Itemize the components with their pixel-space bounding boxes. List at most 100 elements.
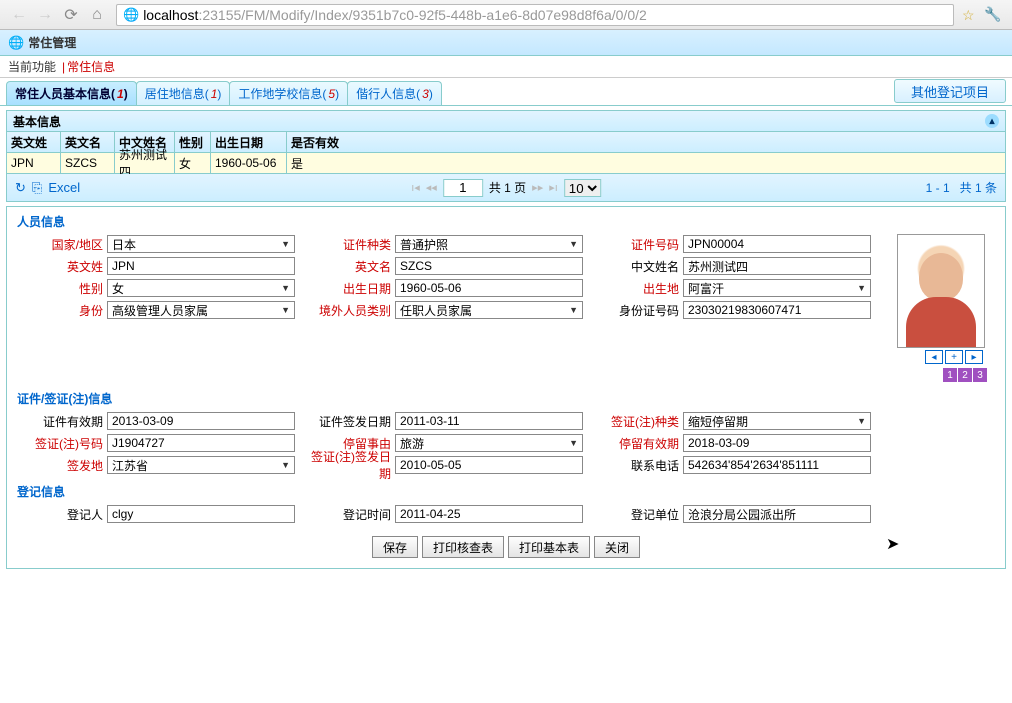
photo-page-3[interactable]: 3 (973, 368, 987, 382)
label-cn-name: 中文姓名 (591, 258, 683, 275)
print-basic-button[interactable]: 打印基本表 (508, 536, 590, 558)
id-no-input[interactable]: 23030219830607471 (683, 301, 871, 319)
bookmark-star-icon[interactable]: ☆ (962, 7, 978, 23)
prev-page-icon[interactable]: ◂◂ (426, 181, 437, 194)
print-check-button[interactable]: 打印核查表 (422, 536, 504, 558)
cert-no-input[interactable]: JPN00004 (683, 235, 871, 253)
photo-prev-icon[interactable]: ◂ (925, 350, 943, 364)
tab-basic-info[interactable]: 常住人员基本信息(1) (6, 81, 137, 105)
label-cert-valid: 证件有效期 (15, 413, 107, 430)
person-fields: 国家/地区日本 英文姓JPN 性别女 身份高级管理人员家属 证件种类普通护照 英… (11, 234, 1001, 388)
next-page-icon[interactable]: ▸▸ (532, 181, 543, 194)
save-button[interactable]: 保存 (372, 536, 418, 558)
birth-place-select[interactable]: 阿富汗 (683, 279, 871, 297)
label-id-no: 身份证号码 (591, 302, 683, 319)
page-total: 共 1 页 (489, 179, 526, 196)
export-excel-icon[interactable]: ⎘ (32, 180, 42, 196)
stay-valid-input[interactable]: 2018-03-09 (683, 434, 871, 452)
tab-work-school[interactable]: 工作地学校信息(5) (229, 81, 348, 105)
form-area: 人员信息 国家/地区日本 英文姓JPN 性别女 身份高级管理人员家属 证件种类普… (6, 206, 1006, 569)
back-button[interactable]: ← (8, 4, 30, 26)
export-excel-label[interactable]: Excel (48, 180, 80, 195)
first-page-icon[interactable]: ı◂ (411, 181, 420, 194)
page-input[interactable] (443, 179, 483, 197)
tab-count: 3 (422, 87, 429, 101)
cell: 1960-05-06 (211, 153, 287, 173)
identity-select[interactable]: 高级管理人员家属 (107, 301, 295, 319)
tab-accompany[interactable]: 偕行人信息(3) (347, 81, 442, 105)
eng-last-input[interactable]: JPN (107, 257, 295, 275)
reg-fields: 登记人clgy 登记时间2011-04-25 登记单位沧浪分局公园派出所 (11, 504, 1001, 530)
photo-page-2[interactable]: 2 (958, 368, 972, 382)
cert-type-select[interactable]: 普通护照 (395, 235, 583, 253)
col-valid: 是否有效 (287, 132, 347, 152)
reload-button[interactable]: ⟳ (60, 4, 82, 26)
photo-page-1[interactable]: 1 (943, 368, 957, 382)
breadcrumb-label: 当前功能 (8, 58, 56, 75)
cell: SZCS (61, 153, 115, 173)
pager-summary: 1 - 1 共 1 条 (926, 179, 997, 196)
gender-select[interactable]: 女 (107, 279, 295, 297)
cert-issue-input[interactable]: 2011-03-11 (395, 412, 583, 430)
reg-time-input[interactable]: 2011-04-25 (395, 505, 583, 523)
country-select[interactable]: 日本 (107, 235, 295, 253)
photo-image (897, 234, 985, 348)
home-button[interactable]: ⌂ (86, 4, 108, 26)
tab-residence[interactable]: 居住地信息(1) (136, 81, 231, 105)
phone-input[interactable]: 542634'854'2634'851111 (683, 456, 871, 474)
table-row[interactable]: JPN SZCS 苏州测试四 女 1960-05-06 是 (7, 153, 1005, 173)
collapse-icon[interactable]: ▴ (985, 114, 999, 128)
cn-name-input[interactable]: 苏州测试四 (683, 257, 871, 275)
cert-valid-input[interactable]: 2013-03-09 (107, 412, 295, 430)
wrench-icon[interactable]: 🔧 (982, 4, 1004, 26)
reg-unit-input[interactable]: 沧浪分局公园派出所 (683, 505, 871, 523)
photo-next-icon[interactable]: ▸ (965, 350, 983, 364)
label-birth: 出生日期 (303, 280, 395, 297)
app-title: 常住管理 (28, 34, 76, 51)
visa-type-select[interactable]: 缩短停留期 (683, 412, 871, 430)
visa-no-input[interactable]: J1904727 (107, 434, 295, 452)
reg-person-input[interactable]: clgy (107, 505, 295, 523)
cell: 苏州测试四 (115, 153, 175, 173)
col-eng-last: 英文姓 (7, 132, 61, 152)
other-register-button[interactable]: 其他登记项目 (894, 79, 1006, 103)
section-basic-title: 基本信息 (13, 113, 61, 130)
close-button[interactable]: 关闭 (594, 536, 640, 558)
issue-place-select[interactable]: 江苏省 (107, 456, 295, 474)
page-size-select[interactable]: 10 (564, 179, 601, 197)
label-gender: 性别 (15, 280, 107, 297)
refresh-icon[interactable]: ↻ (15, 180, 26, 196)
birth-input[interactable]: 1960-05-06 (395, 279, 583, 297)
pager-range: 1 - 1 (926, 181, 950, 195)
label-visa-no: 签证(注)号码 (15, 435, 107, 452)
last-page-icon[interactable]: ▸ı (549, 181, 558, 194)
photo-pager: 1 2 3 (897, 368, 987, 382)
tabs: 常住人员基本信息(1) 居住地信息(1) 工作地学校信息(5) 偕行人信息(3) (6, 81, 894, 105)
label-visa-type: 签证(注)种类 (591, 413, 683, 430)
pager-middle: ı◂ ◂◂ 共 1 页 ▸▸ ▸ı 10 (411, 179, 601, 197)
eng-first-input[interactable]: SZCS (395, 257, 583, 275)
url-bar[interactable]: 🌐 localhost :23155/FM/Modify/Index/9351b… (116, 4, 954, 26)
overseas-select[interactable]: 任职人员家属 (395, 301, 583, 319)
label-issue-place: 签发地 (15, 457, 107, 474)
tab-count: 1 (117, 87, 124, 101)
stay-reason-select[interactable]: 旅游 (395, 434, 583, 452)
section-basic-header: 基本信息 ▴ (6, 110, 1006, 132)
col-eng-first: 英文名 (61, 132, 115, 152)
breadcrumb: 当前功能 | 常住信息 (0, 56, 1012, 78)
tabs-row: 常住人员基本信息(1) 居住地信息(1) 工作地学校信息(5) 偕行人信息(3)… (0, 78, 1012, 106)
section-person-title: 人员信息 (11, 211, 1001, 234)
tab-label: 常住人员基本信息 (15, 85, 111, 102)
col-gender: 性别 (175, 132, 211, 152)
visa-issue-input[interactable]: 2010-05-05 (395, 456, 583, 474)
label-phone: 联系电话 (591, 457, 683, 474)
forward-button[interactable]: → (34, 4, 56, 26)
tab-label: 工作地学校信息 (238, 85, 322, 102)
label-stay-valid: 停留有效期 (591, 435, 683, 452)
url-path: :23155/FM/Modify/Index/9351b7c0-92f5-448… (198, 7, 646, 23)
photo-add-icon[interactable]: + (945, 350, 963, 364)
cert-fields: 证件有效期2013-03-09 签证(注)号码J1904727 签发地江苏省 证… (11, 411, 1001, 481)
section-cert-title: 证件/签证(注)信息 (11, 388, 1001, 411)
cell: JPN (7, 153, 61, 173)
label-birth-place: 出生地 (591, 280, 683, 297)
